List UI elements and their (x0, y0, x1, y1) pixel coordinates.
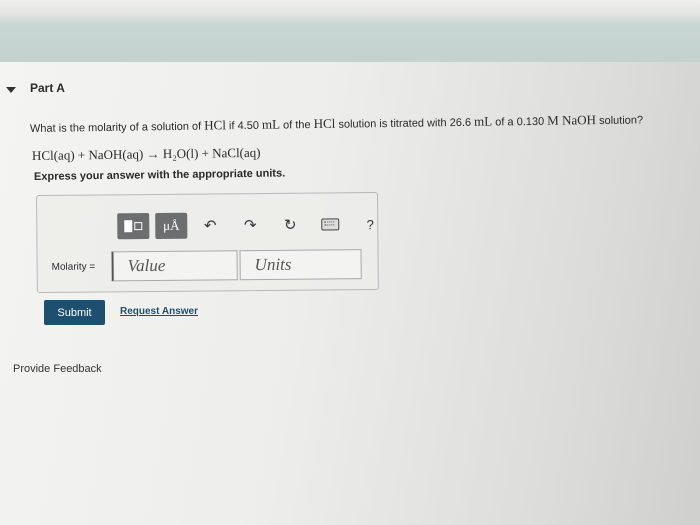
request-answer-link[interactable]: Request Answer (120, 306, 198, 317)
provide-feedback-link[interactable]: Provide Feedback (13, 363, 102, 375)
answer-instruction: Express your answer with the appropriate… (33, 167, 286, 183)
answer-input-row: Molarity = Value Units (51, 249, 362, 282)
keyboard-button[interactable] (313, 211, 347, 237)
templates-icon (124, 220, 143, 233)
caret-down-icon (6, 87, 16, 93)
math-toolbar: μÅ ↶ ↷ ↻ ? (117, 211, 393, 240)
molarity-label: Molarity = (51, 260, 96, 273)
units-button[interactable]: μÅ (155, 212, 188, 239)
part-title: Part A (30, 81, 65, 95)
header-band (0, 0, 700, 62)
units-input[interactable]: Units (239, 249, 362, 281)
answer-panel: μÅ ↶ ↷ ↻ ? Molarity = Value Units (36, 192, 379, 293)
submit-button[interactable]: Submit (44, 300, 105, 325)
value-input[interactable]: Value (111, 250, 238, 282)
reset-button[interactable]: ↻ (273, 212, 307, 238)
templates-button[interactable] (117, 213, 150, 240)
undo-icon: ↶ (203, 217, 217, 235)
keyboard-icon (321, 218, 340, 231)
part-collapse-toggle[interactable] (0, 78, 16, 102)
help-button[interactable]: ? (353, 211, 387, 237)
redo-button[interactable]: ↷ (233, 212, 267, 238)
redo-icon: ↷ (243, 217, 257, 235)
reset-icon: ↻ (283, 216, 297, 234)
question-text: What is the molarity of a solution of HC… (29, 112, 644, 135)
reaction-equation: HCl(aq) + NaOH(aq) → H₂O(l) + NaCl(aq) (31, 144, 261, 163)
undo-button[interactable]: ↶ (193, 212, 227, 238)
help-icon: ? (366, 216, 374, 232)
mu-angstrom-icon: μÅ (163, 217, 180, 233)
